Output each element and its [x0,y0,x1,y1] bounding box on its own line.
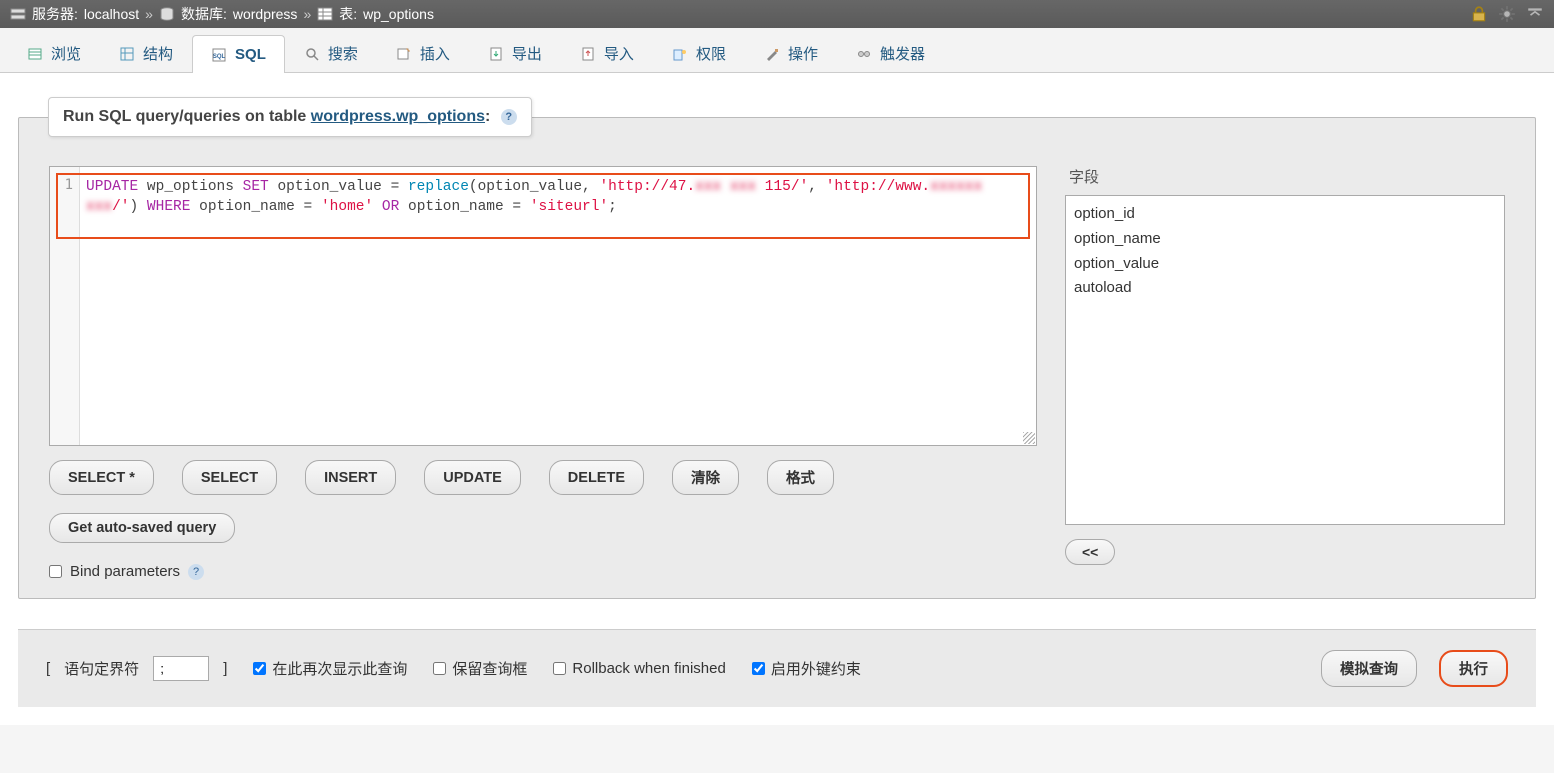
table-icon [317,6,333,22]
svg-text:SQL: SQL [213,54,226,60]
bind-params-checkbox[interactable] [49,565,62,578]
server-icon [10,6,26,22]
field-option[interactable]: option_value [1074,252,1496,277]
help-icon[interactable]: ? [501,109,517,125]
help-icon[interactable]: ? [188,564,204,580]
export-icon [488,46,504,62]
gear-icon[interactable] [1498,5,1516,23]
field-option[interactable]: option_id [1074,202,1496,227]
get-auto-saved-button[interactable]: Get auto-saved query [49,513,235,543]
sql-editor[interactable]: 1 UPDATE wp_options SET option_value = r… [49,166,1037,446]
field-option[interactable]: option_name [1074,227,1496,252]
tab-bar: 浏览结构SQLSQL搜索插入导出导入权限操作触发器 [0,28,1554,73]
table-link[interactable]: wp_options [363,6,434,22]
separator: » [145,6,153,22]
collapse-icon[interactable] [1526,5,1544,23]
keep-box-option[interactable]: 保留查询框 [433,658,527,679]
tab-insert[interactable]: 插入 [377,34,469,72]
table-title-link[interactable]: wordpress.wp_options [311,108,485,125]
rollback-option[interactable]: Rollback when finished [553,660,725,677]
lock-icon[interactable] [1470,5,1488,23]
select-button[interactable]: SELECT [182,460,277,495]
triggers-icon [856,46,872,62]
select-star-button[interactable]: SELECT * [49,460,154,495]
server-label: 服务器: [32,4,78,24]
field-option[interactable]: autoload [1074,276,1496,301]
db-label: 数据库: [181,4,227,24]
simulate-button[interactable]: 模拟查询 [1321,650,1417,687]
panel-title: Run SQL query/queries on table wordpress… [48,97,532,137]
browse-icon [27,46,43,62]
tab-import[interactable]: 导入 [561,34,653,72]
insert-icon [396,46,412,62]
breadcrumb: 服务器: localhost » 数据库: wordpress » 表: wp_… [0,0,1554,28]
table-label: 表: [339,4,357,24]
sql-button-row: SELECT * SELECT INSERT UPDATE DELETE 清除 … [49,460,1037,495]
fields-listbox[interactable]: option_idoption_nameoption_valueautoload [1065,195,1505,525]
show-again-option[interactable]: 在此再次显示此查询 [253,658,407,679]
format-button[interactable]: 格式 [767,460,834,495]
delete-button[interactable]: DELETE [549,460,644,495]
import-icon [580,46,596,62]
sql-code[interactable]: UPDATE wp_options SET option_value = rep… [86,177,1028,218]
insert-field-button[interactable]: << [1065,539,1115,565]
db-link[interactable]: wordpress [233,6,298,22]
go-button[interactable]: 执行 [1439,650,1508,687]
tab-privileges[interactable]: 权限 [653,34,745,72]
database-icon [159,6,175,22]
resize-handle[interactable] [1023,432,1035,444]
fields-label: 字段 [1065,166,1505,187]
separator: » [303,6,311,22]
clear-button[interactable]: 清除 [672,460,739,495]
server-link[interactable]: localhost [84,6,139,22]
tab-search[interactable]: 搜索 [285,34,377,72]
tab-triggers[interactable]: 触发器 [837,34,944,72]
insert-button[interactable]: INSERT [305,460,396,495]
content-panel: Run SQL query/queries on table wordpress… [0,73,1554,725]
bind-params-label: Bind parameters [70,563,180,580]
tab-sql[interactable]: SQLSQL [192,35,285,73]
delimiter-label: 语句定界符 [64,658,139,679]
fk-option[interactable]: 启用外键约束 [752,658,861,679]
privileges-icon [672,46,688,62]
tab-operations[interactable]: 操作 [745,34,837,72]
update-button[interactable]: UPDATE [424,460,521,495]
search-icon [304,46,320,62]
line-gutter: 1 [50,167,80,445]
sql-icon: SQL [211,47,227,63]
operations-icon [764,46,780,62]
tab-browse[interactable]: 浏览 [8,34,100,72]
delimiter-input[interactable] [153,656,209,681]
structure-icon [119,46,135,62]
tab-structure[interactable]: 结构 [100,34,192,72]
tab-export[interactable]: 导出 [469,34,561,72]
footer-bar: [ 语句定界符 ] 在此再次显示此查询 保留查询框 Rollback when … [18,629,1536,707]
